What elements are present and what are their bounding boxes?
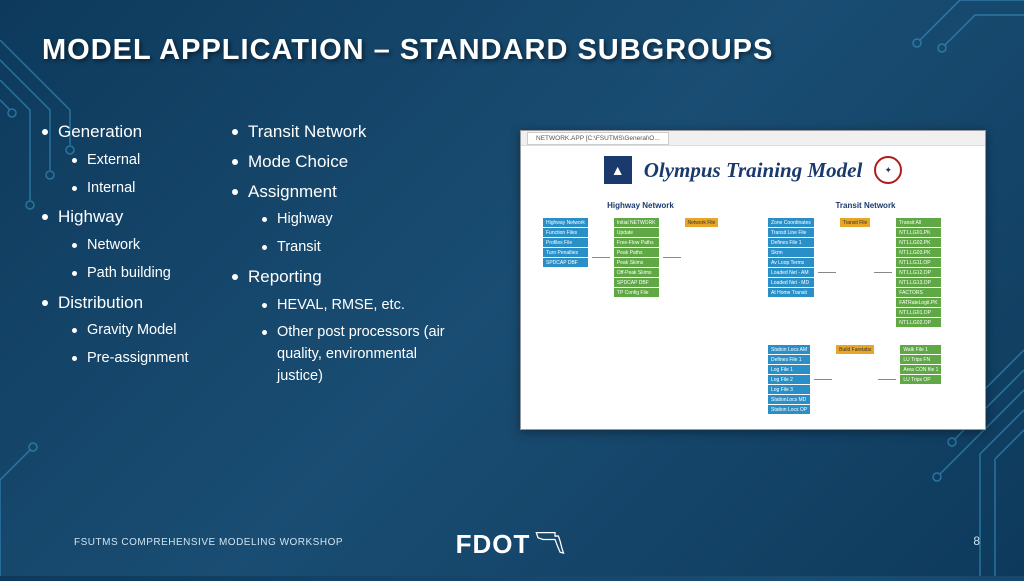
flowchart-block: NT1.LG13.OP bbox=[896, 278, 940, 287]
flowchart-block: TP Config File bbox=[614, 288, 659, 297]
flowchart-block: Station Locs AM bbox=[768, 345, 810, 354]
flowchart-block: Off-Peak Skims bbox=[614, 268, 659, 277]
transit-network-section: Transit Network Zone CoordinatesTransit … bbox=[768, 201, 963, 414]
flowchart-block: Defines File 1 bbox=[768, 238, 814, 247]
flowchart-block: Free-Flow Paths bbox=[614, 238, 659, 247]
flowchart-block: Function Files bbox=[543, 228, 588, 237]
flowchart-diagram: Highway Network Highway NetworkFunction … bbox=[535, 196, 971, 419]
flowchart-block: Skrm bbox=[768, 248, 814, 257]
flowchart-block: NT1.LG12.OP bbox=[896, 268, 940, 277]
flowchart-block: Log File 3 bbox=[768, 385, 810, 394]
flowchart-block: Loaded Net - MD bbox=[768, 278, 814, 287]
flowchart-block: FATRateLogit.PK bbox=[896, 298, 940, 307]
hwy-output-block: Network File bbox=[685, 218, 719, 227]
bullet-level-2: Pre-assignment bbox=[72, 348, 212, 370]
flowchart-block: Log File 1 bbox=[768, 365, 810, 374]
highway-heading: Highway Network bbox=[543, 201, 738, 210]
flowchart-block: Defines File 1 bbox=[768, 355, 810, 364]
bullet-level-1: Distribution bbox=[42, 291, 212, 315]
flowchart-block: NT1.LG02.OP bbox=[896, 318, 940, 327]
trn-output-block: Transit File bbox=[840, 218, 871, 227]
fsutms-logo-icon: ▲ bbox=[604, 156, 632, 184]
page-number: 8 bbox=[973, 534, 980, 548]
fdot-seal-icon: ✦ bbox=[874, 156, 902, 184]
window-titlebar: NETWORK.APP [C:\FSUTMS\General\O... bbox=[521, 131, 985, 146]
slide-title: MODEL APPLICATION – STANDARD SUBGROUPS bbox=[42, 34, 773, 67]
bullet-level-1: Reporting bbox=[232, 265, 462, 289]
app-header: ▲ Olympus Training Model ✦ bbox=[535, 156, 971, 184]
embedded-screenshot: NETWORK.APP [C:\FSUTMS\General\O... ▲ Ol… bbox=[520, 130, 986, 430]
flowchart-block: Highway Network bbox=[543, 218, 588, 227]
bullet-level-2: Other post processors (air quality, envi… bbox=[262, 322, 462, 387]
app-body: ▲ Olympus Training Model ✦ Highway Netwo… bbox=[521, 146, 985, 429]
flowchart-block: StationLocs MD bbox=[768, 395, 810, 404]
flowchart-block: SPDCAP DBF bbox=[614, 278, 659, 287]
bullet-level-1: Highway bbox=[42, 205, 212, 229]
bullet-level-1: Mode Choice bbox=[232, 150, 462, 174]
flowchart-block: NT1.LG01.OP bbox=[896, 308, 940, 317]
flowchart-block: NT1.LG01.PK bbox=[896, 228, 940, 237]
transit-heading: Transit Network bbox=[768, 201, 963, 210]
florida-outline-icon bbox=[534, 529, 568, 555]
flowchart-block: SPDCAP DBF bbox=[543, 258, 588, 267]
flowchart-block: Turn Penalties bbox=[543, 248, 588, 257]
flowchart-block: Loaded Net - AM bbox=[768, 268, 814, 277]
bullet-level-2: Gravity Model bbox=[72, 320, 212, 342]
flowchart-block: LU Trips OP bbox=[900, 375, 941, 384]
flowchart-block: Area CON file 1 bbox=[900, 365, 941, 374]
bullet-level-2: External bbox=[72, 150, 212, 172]
flowchart-block: Av Loop Terms bbox=[768, 258, 814, 267]
flowchart-block: At Home Transit bbox=[768, 288, 814, 297]
column-2: Transit Network Mode Choice Assignment High… bbox=[232, 120, 462, 394]
flowchart-block: LU Trips FN bbox=[900, 355, 941, 364]
bullet-level-2: Internal bbox=[72, 178, 212, 200]
flowchart-block: Peak Skims bbox=[614, 258, 659, 267]
flowchart-block: Walk File 1 bbox=[900, 345, 941, 354]
bottom-output-block: Build Faretabs bbox=[836, 345, 874, 354]
bullet-level-2: Transit bbox=[262, 237, 462, 259]
highway-network-section: Highway Network Highway NetworkFunction … bbox=[543, 201, 738, 414]
flowchart-block: NT1.LG03.PK bbox=[896, 248, 940, 257]
flowchart-block: Peak Paths bbox=[614, 248, 659, 257]
flowchart-block: Log File 2 bbox=[768, 375, 810, 384]
flowchart-block: Update bbox=[614, 228, 659, 237]
bullet-level-2: Path building bbox=[72, 263, 212, 285]
bullet-level-2: HEVAL, RMSE, etc. bbox=[262, 295, 462, 317]
flowchart-block: Station Locs OP bbox=[768, 405, 810, 414]
bullet-level-1: Assignment bbox=[232, 180, 462, 204]
footer-text: FSUTMS COMPREHENSIVE MODELING WORKSHOP bbox=[74, 537, 343, 548]
bottom-blue-stack: Station Locs AMDefines File 1Log File 1L… bbox=[768, 345, 810, 414]
fdot-logo: FDOT bbox=[456, 529, 569, 560]
bullet-level-1: Transit Network bbox=[232, 120, 462, 144]
trn-left-stack: Zone CoordinatesTransit Line FileDefines… bbox=[768, 218, 814, 297]
flowchart-block: Initial NETWORK bbox=[614, 218, 659, 227]
flowchart-block: Transit All bbox=[896, 218, 940, 227]
column-1: Generation External Internal Highway Network… bbox=[42, 120, 212, 394]
hwy-left-stack: Highway NetworkFunction FilesProfiles Fi… bbox=[543, 218, 588, 267]
flowchart-block: NT1.LG02.PK bbox=[896, 238, 940, 247]
bullet-content: Generation External Internal Highway Network… bbox=[42, 120, 462, 394]
bullet-level-2: Network bbox=[72, 235, 212, 257]
flowchart-block: Transit Line File bbox=[768, 228, 814, 237]
hwy-mid-stack: Initial NETWORKUpdateFree-Flow PathsPeak… bbox=[614, 218, 659, 297]
fdot-logo-text: FDOT bbox=[456, 529, 531, 560]
app-title: Olympus Training Model bbox=[644, 158, 863, 183]
flowchart-block: NT1.LG11.OP bbox=[896, 258, 940, 267]
trn-right-stack: Transit AllNT1.LG01.PKNT1.LG02.PKNT1.LG0… bbox=[896, 218, 940, 327]
flowchart-block: Zone Coordinates bbox=[768, 218, 814, 227]
bottom-green-stack: Walk File 1LU Trips FNArea CON file 1LU … bbox=[900, 345, 941, 384]
bullet-level-2: Highway bbox=[262, 209, 462, 231]
bullet-level-1: Generation bbox=[42, 120, 212, 144]
window-tab: NETWORK.APP [C:\FSUTMS\General\O... bbox=[527, 132, 669, 145]
flowchart-block: Profiles File bbox=[543, 238, 588, 247]
flowchart-block: FACTORS bbox=[896, 288, 940, 297]
